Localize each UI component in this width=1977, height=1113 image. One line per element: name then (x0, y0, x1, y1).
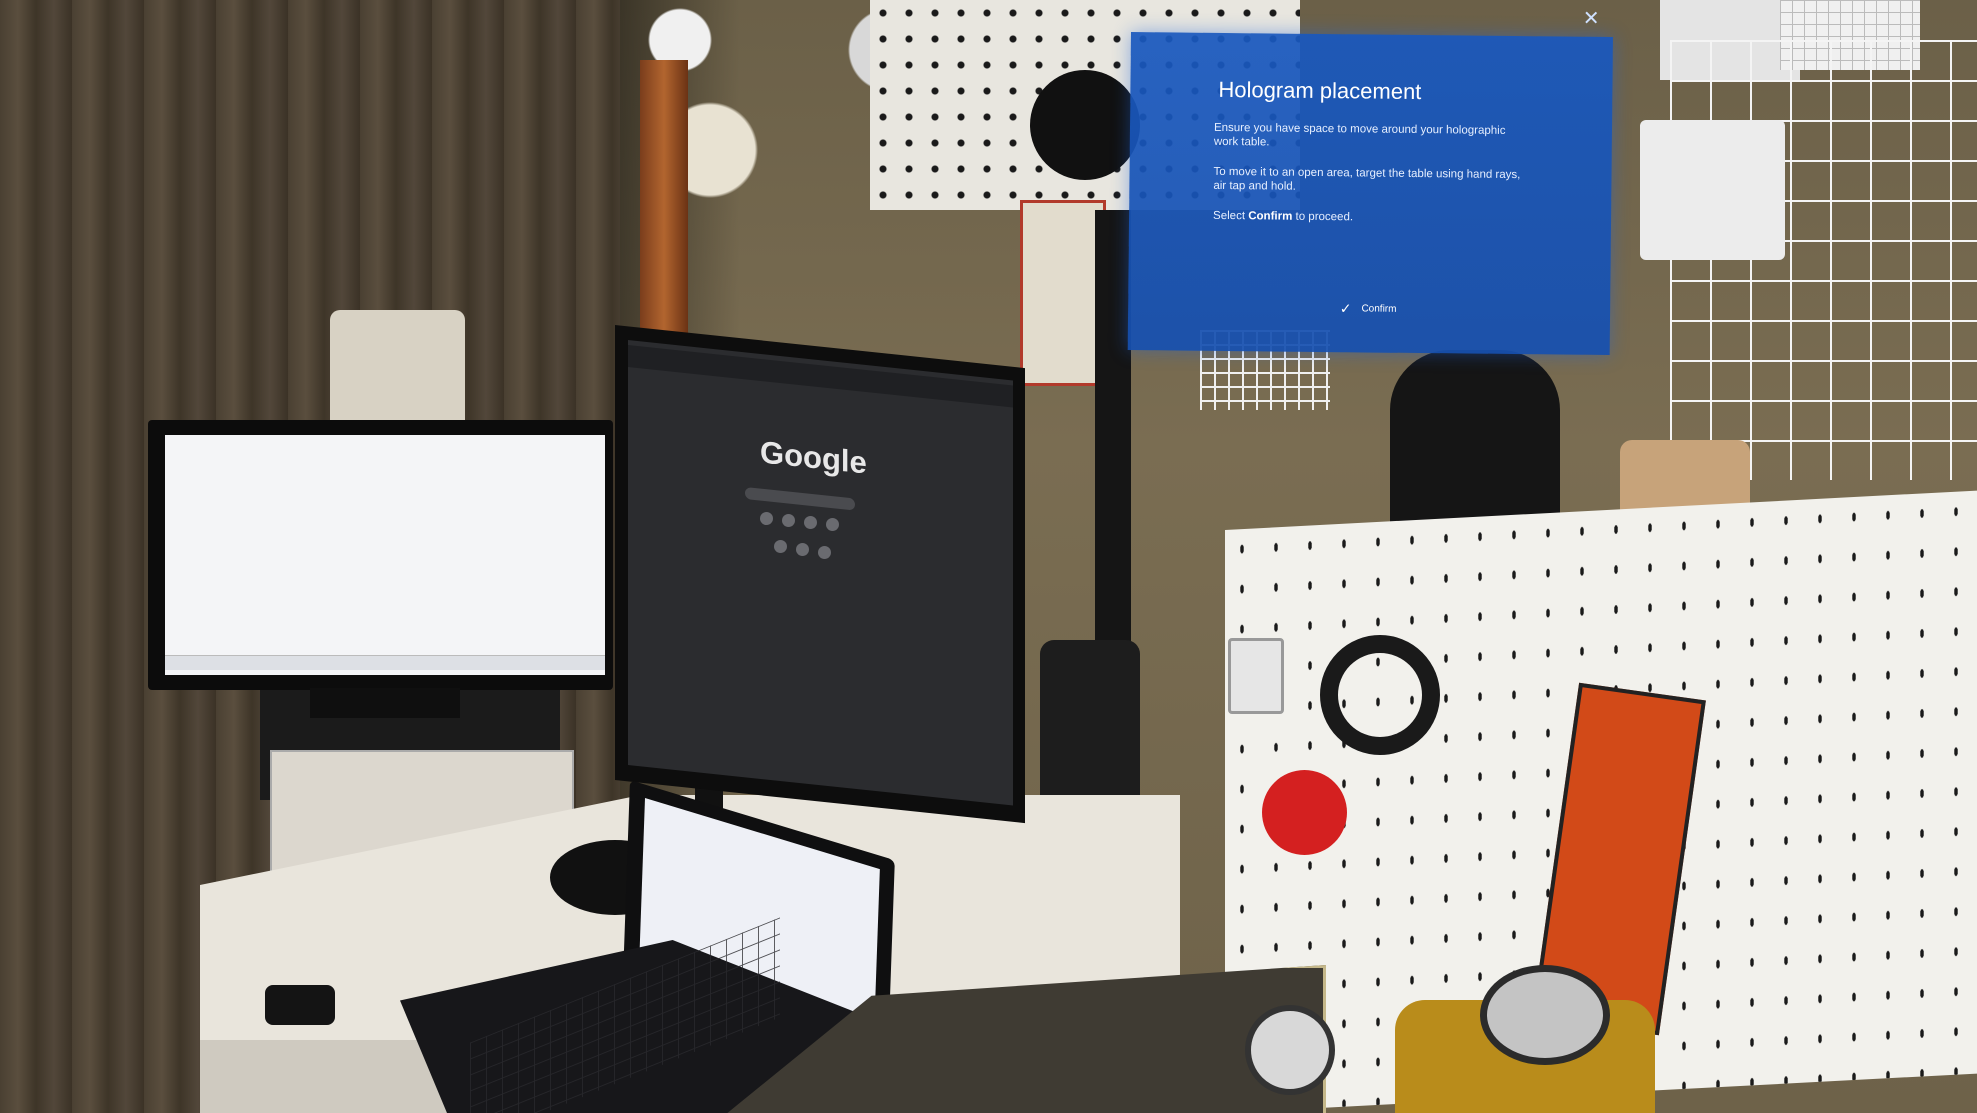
paper-lamp (330, 310, 465, 430)
hanging-package (1020, 200, 1106, 386)
shortcut-icon (796, 543, 809, 556)
dialog-paragraph-1: Ensure you have space to move around you… (1213, 121, 1506, 149)
shortcut-icon (826, 518, 839, 531)
monitor-left-stand (310, 688, 460, 718)
shortcut-icon (774, 540, 787, 553)
dialog-paragraph-2: To move it to an open area, target the t… (1213, 165, 1521, 193)
shortcut-icon (782, 514, 795, 527)
dialog-paragraph-3-prefix: Select (1213, 209, 1246, 223)
monitor-left-taskbar (165, 655, 605, 670)
pressure-gauge-large (1480, 965, 1610, 1065)
camera-scene: Google (0, 0, 1977, 1113)
desk-clamp (265, 985, 335, 1025)
dialog-paragraph-3: Select Confirm to proceed. (1213, 209, 1523, 226)
monitor-center-screen (628, 340, 1013, 806)
label-printer (1640, 120, 1785, 260)
dialog-body: Ensure you have space to move around you… (1213, 121, 1524, 242)
hanging-black-disc (1030, 70, 1140, 180)
shortcut-icon (818, 546, 831, 559)
tape-measure (1262, 770, 1347, 855)
confirm-button-label: Confirm (1361, 302, 1397, 315)
close-icon[interactable]: ✕ (1579, 7, 1603, 31)
hologram-placement-dialog: ✕ Hologram placement Ensure you have spa… (1127, 8, 1613, 356)
wire-grid-panel (1670, 40, 1977, 480)
dialog-paragraph-3-suffix: to proceed. (1295, 210, 1354, 224)
tape-roll (1320, 635, 1440, 755)
confirm-button[interactable]: ✓ Confirm (1288, 294, 1448, 324)
dialog-paragraph-3-emphasis: Confirm (1248, 210, 1293, 223)
shortcut-icon (804, 516, 817, 529)
monitor-left-screen (165, 435, 605, 675)
thermometer (1228, 638, 1284, 714)
dialog-title: Hologram placement (1218, 76, 1422, 105)
shortcut-icon (760, 512, 773, 525)
checkmark-icon: ✓ (1339, 299, 1352, 316)
pressure-gauge (1245, 1005, 1335, 1095)
